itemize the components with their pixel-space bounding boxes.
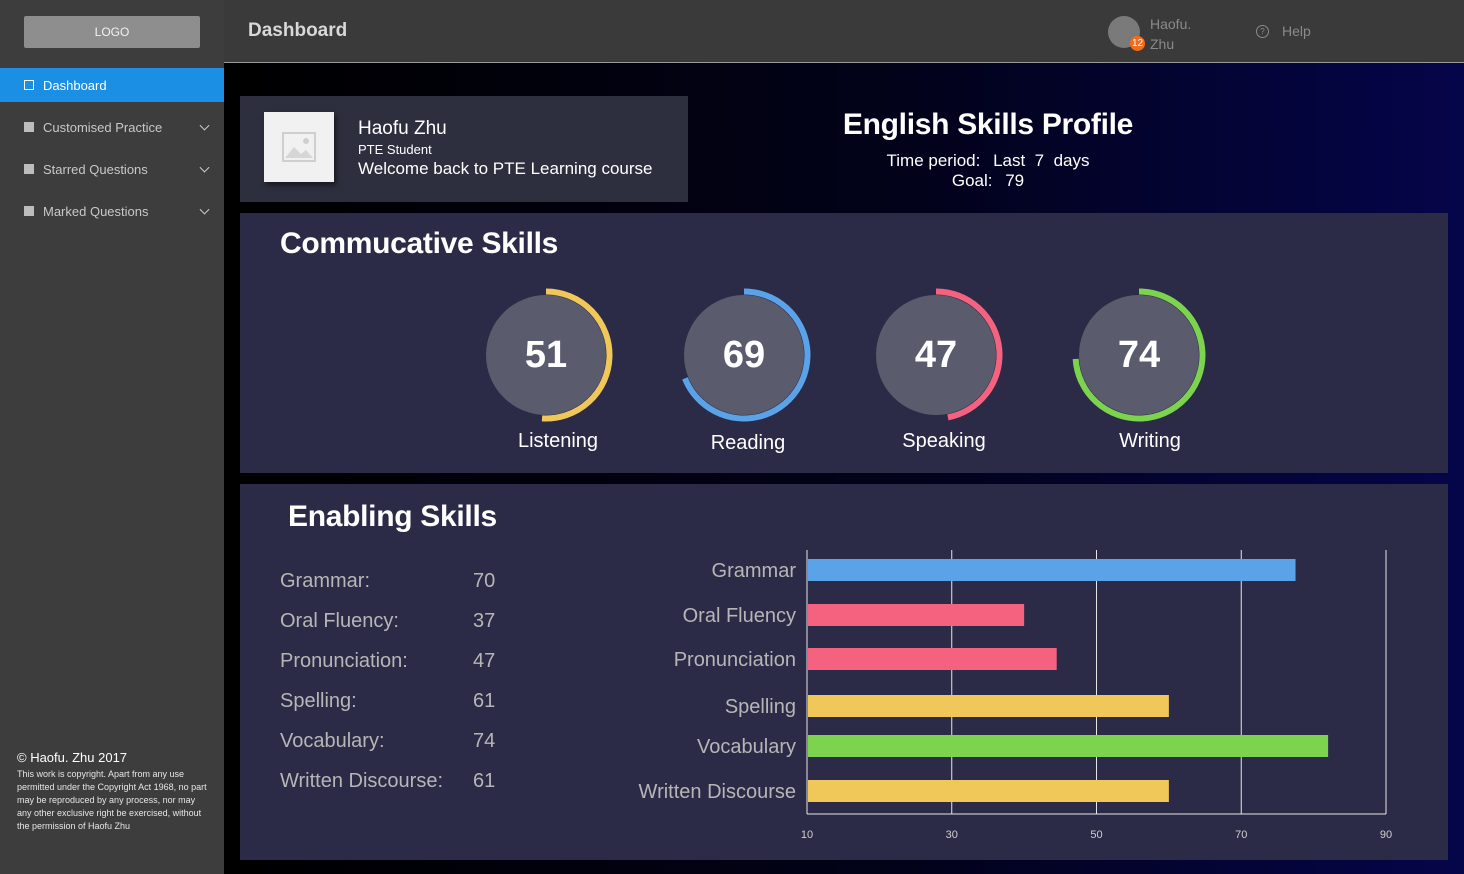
enabling-skill-row: Vocabulary: 74 (280, 730, 520, 754)
chart-bar[interactable] (808, 648, 1057, 670)
checkbox-icon (24, 122, 34, 132)
sidebar: LOGO Dashboard Customised Practice Starr… (0, 0, 224, 874)
sidebar-item-marked-questions[interactable]: Marked Questions (0, 194, 224, 228)
profile-name: Haofu Zhu (358, 118, 447, 139)
time-period-value: Last 7 days (993, 151, 1090, 170)
sidebar-item-label: Dashboard (43, 77, 107, 93)
checkbox-icon (24, 80, 34, 90)
chart-tick-label: 70 (1235, 829, 1247, 841)
enabling-skill-row: Written Discourse: 61 (280, 770, 520, 794)
communicative-skills-panel: Commucative Skills 51 Listening 69 Readi… (240, 213, 1448, 473)
page-title: Dashboard (248, 20, 348, 41)
enabling-skill-row: Pronunciation: 47 (280, 650, 520, 674)
enabling-skill-row: Grammar: 70 (280, 570, 520, 594)
chevron-down-icon (199, 162, 210, 173)
image-placeholder-icon (282, 132, 316, 162)
chevron-down-icon (199, 204, 210, 215)
chart-category-label: Written Discourse (639, 781, 796, 803)
gauge-value: 51 (524, 333, 568, 376)
copyright-footer: © Haofu. Zhu 2017 This work is copyright… (17, 750, 207, 833)
checkbox-icon (24, 164, 34, 174)
gauge-value: 74 (1117, 333, 1161, 376)
sidebar-item-dashboard[interactable]: Dashboard (0, 68, 224, 102)
skill-score: 61 (473, 690, 496, 712)
enabling-skill-row: Spelling: 61 (280, 690, 520, 714)
chart-bar[interactable] (808, 604, 1025, 626)
time-period: Time period: Last 7 days (700, 151, 1276, 171)
gauge-writing[interactable]: 74 (1069, 285, 1209, 425)
profile-card: Haofu Zhu PTE Student Welcome back to PT… (240, 96, 688, 202)
goal-label: Goal: (951, 171, 993, 190)
chevron-down-icon (199, 120, 210, 131)
chart-category-label: Pronunciation (674, 649, 796, 671)
copyright-text: This work is copyright. Apart from any u… (17, 769, 207, 831)
top-header: Dashboard ? Help (224, 0, 1464, 63)
skill-score: 70 (473, 570, 496, 592)
sidebar-item-starred-questions[interactable]: Starred Questions (0, 152, 224, 186)
skill-score: 47 (473, 650, 496, 672)
chart-tick-label: 30 (946, 829, 958, 841)
gauge-value: 47 (914, 333, 958, 376)
help-icon: ? (1256, 24, 1269, 38)
goal: Goal: 79 (700, 171, 1276, 191)
logo[interactable]: LOGO (24, 16, 200, 48)
communicative-skills-title: Commucative Skills (280, 227, 559, 260)
gauge-label-reading: Reading (710, 432, 786, 454)
chart-bar[interactable] (808, 780, 1169, 802)
skill-name: Oral Fluency: (280, 610, 399, 632)
gauge-label-listening: Listening (517, 430, 599, 452)
help-label: Help (1282, 23, 1311, 39)
sidebar-item-label: Marked Questions (43, 203, 149, 219)
user-name[interactable]: Haofu. Zhu (1150, 14, 1210, 54)
enabling-skills-bar-chart: 10 30 50 70 90 Grammar Oral Fluency Pronunciati… (639, 550, 1392, 841)
skill-score: 61 (473, 770, 496, 792)
time-period-label: Time period: (886, 151, 981, 170)
chart-category-label: Vocabulary (697, 736, 796, 758)
profile-photo[interactable] (264, 112, 334, 182)
enabling-skill-row: Oral Fluency: 37 (280, 610, 520, 634)
gauge-label-writing: Writing (1119, 430, 1181, 452)
sidebar-item-customised-practice[interactable]: Customised Practice (0, 110, 224, 144)
sidebar-item-label: Starred Questions (43, 161, 148, 177)
gauge-speaking[interactable]: 47 (866, 285, 1006, 425)
skill-name: Written Discourse: (280, 770, 444, 792)
chart-tick-label: 10 (801, 829, 813, 841)
help-link[interactable]: ? Help (1256, 23, 1311, 39)
chart-category-label: Oral Fluency (683, 605, 796, 627)
gauge-reading[interactable]: 69 (674, 285, 814, 425)
skill-name: Pronunciation: (280, 650, 408, 672)
skills-profile-summary: English Skills Profile Time period: Last… (700, 108, 1276, 191)
sidebar-nav: Dashboard Customised Practice Starred Qu… (0, 68, 224, 236)
chart-tick-label: 50 (1090, 829, 1102, 841)
gauge-label-speaking: Speaking (902, 430, 986, 452)
chart-category-label: Spelling (725, 696, 796, 718)
checkbox-icon (24, 206, 34, 216)
skill-name: Spelling: (280, 690, 357, 712)
chart-tick-label: 90 (1380, 829, 1392, 841)
welcome-message: Welcome back to PTE Learning course (358, 159, 653, 178)
profile-role: PTE Student (358, 142, 432, 157)
copyright-title: © Haofu. Zhu 2017 (17, 750, 128, 765)
goal-value: 79 (1005, 171, 1025, 190)
skill-name: Vocabulary: (280, 730, 385, 752)
sidebar-item-label: Customised Practice (43, 119, 163, 135)
chart-bar[interactable] (808, 559, 1296, 581)
skill-name: Grammar: (280, 570, 370, 592)
chart-bar[interactable] (808, 695, 1169, 717)
skill-score: 37 (473, 610, 496, 632)
enabling-skills-title: Enabling Skills (288, 500, 497, 533)
notification-badge[interactable]: 12 (1130, 36, 1145, 51)
skills-profile-title: English Skills Profile (842, 108, 1134, 141)
chart-category-label: Grammar (712, 560, 797, 582)
skill-score: 74 (473, 730, 496, 752)
chart-bar[interactable] (808, 735, 1329, 757)
gauge-value: 69 (722, 333, 766, 376)
gauge-listening[interactable]: 51 (476, 285, 616, 425)
